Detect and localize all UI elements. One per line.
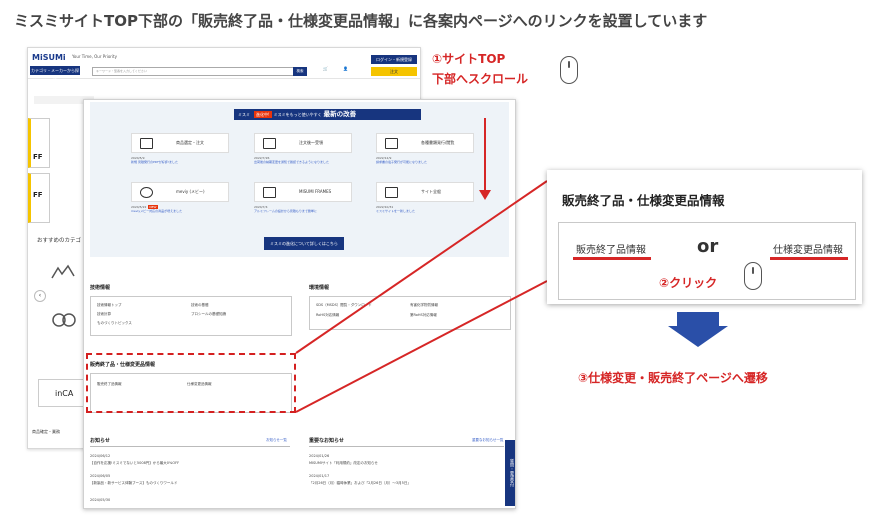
step3-label: ③仕様変更・販売終了ページへ遷移 <box>578 371 768 385</box>
step1-label: ①サイトTOP <box>432 52 506 66</box>
zoom-underline <box>770 257 848 260</box>
mouse-icon <box>560 56 578 84</box>
connector-line-bottom <box>295 280 548 413</box>
step2-label: ②クリック <box>659 276 718 290</box>
step1-label: 下部へスクロール <box>432 72 529 86</box>
mouse-icon <box>744 262 762 290</box>
scroll-arrow-head <box>479 190 491 200</box>
zoom-callout: 販売終了品・仕様変更品情報 販売終了品情報 仕様変更品情報 or ②クリック <box>547 170 862 304</box>
zoom-title: 販売終了品・仕様変更品情報 <box>562 193 725 208</box>
zoom-underline <box>573 257 651 260</box>
connector-line-top <box>295 180 548 354</box>
down-arrow-icon <box>668 312 728 347</box>
zoom-spec-change-link[interactable]: 仕様変更品情報 <box>773 241 843 256</box>
or-label: or <box>697 236 719 257</box>
zoom-discontinued-link[interactable]: 販売終了品情報 <box>576 241 646 256</box>
